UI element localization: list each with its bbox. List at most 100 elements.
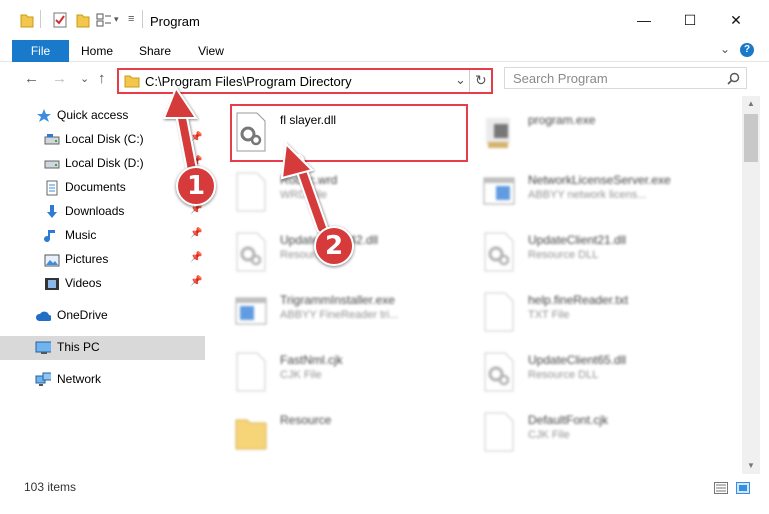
file-item-network-license-server-exe[interactable]: NetworkLicenseServer.exe ABBYY network l… [482,168,722,220]
file-name: NetworkLicenseServer.exe [528,173,671,187]
cloud-icon [36,311,51,321]
videos-icon [45,278,59,290]
nav-quick-access[interactable]: Quick access [0,104,205,128]
file-item-roboc-wrd[interactable]: Roboc.wrd WRD File [234,168,474,220]
address-divider [469,70,470,92]
forward-button[interactable]: → [52,70,67,87]
address-bar[interactable]: C:\Program Files\Program Directory ⌄ ↻ [117,68,493,94]
documents-icon [46,180,58,196]
nav-documents[interactable]: Documents 📌 [0,176,205,200]
tab-share[interactable]: Share [134,40,176,62]
search-placeholder: Search Program [513,71,608,86]
search-icon[interactable] [727,72,740,85]
nav-label: OneDrive [57,308,108,322]
pin-icon[interactable]: 📌 [190,252,202,263]
refresh-button[interactable]: ↻ [475,72,487,89]
file-item-updateclient42-dll[interactable]: UpdateClient42.dll Resource DLL [234,228,474,280]
file-name: help.fineReader.txt [528,293,629,307]
exe-window-icon [483,177,515,205]
large-icons-view-icon[interactable] [736,482,750,494]
minimize-button[interactable]: — [634,12,654,32]
status-bar: 103 items [0,474,769,500]
file-item-updateclient21-dll[interactable]: UpdateClient21.dll Resource DLL [482,228,722,280]
download-icon [47,205,57,218]
window-title: Program [150,14,200,29]
folder-icon [235,419,267,450]
back-button[interactable]: ← [24,70,39,87]
file-name: UpdateClient21.dll [528,233,627,247]
network-icon [35,372,51,386]
tab-file[interactable]: File [12,40,69,62]
maximize-button[interactable]: ☐ [680,12,700,32]
help-icon[interactable]: ? [740,43,754,57]
close-button[interactable]: ✕ [726,12,746,32]
nav-local-disk-c[interactable]: Local Disk (C:) 📌 [0,128,205,152]
file-type: WRD File [280,189,328,201]
file-item-resource-folder[interactable]: Resource [234,408,474,460]
file-type: Resource DLL [528,369,599,381]
nav-label: Quick access [57,108,129,122]
pin-icon[interactable]: 📌 [190,276,202,287]
nav-onedrive[interactable]: OneDrive [0,304,205,328]
view-options-icon[interactable] [96,12,112,28]
file-item-fastnml-cjk[interactable]: FastNml.cjk CJK File [234,348,474,400]
nav-network[interactable]: Network [0,368,205,392]
file-item-updateclient65-dll[interactable]: UpdateClient65.dll Resource DLL [482,348,722,400]
pin-icon[interactable]: 📌 [190,132,202,143]
chevron-down-icon[interactable]: ▾ [114,14,119,25]
computer-icon [35,341,51,354]
pin-icon[interactable]: 📌 [190,228,202,239]
file-name: program.exe [528,113,596,127]
file-type: ABBYY network licens... [528,189,647,201]
file-type: CJK File [528,429,570,441]
nav-pictures[interactable]: Pictures 📌 [0,248,205,272]
file-name: UpdateClient65.dll [528,353,627,367]
nav-downloads[interactable]: Downloads 📌 [0,200,205,224]
nav-label: Local Disk (C:) [65,132,144,146]
folder-icon[interactable] [20,12,34,28]
scroll-thumb[interactable] [744,114,758,162]
dll-file-icon [236,232,266,272]
toolbar-divider [40,10,41,28]
ribbon: File Home Share View ⌄ ? [0,40,769,62]
file-item-defaultfont-cjk[interactable]: DefaultFont.cjk CJK File [482,408,722,460]
up-button[interactable]: ↑ [98,70,106,87]
customize-toolbar-icon[interactable]: ≡ [128,13,134,25]
nav-videos[interactable]: Videos 📌 [0,272,205,296]
new-folder-icon[interactable] [76,12,90,28]
blank-file-icon [236,352,266,392]
search-input[interactable]: Search Program [504,67,747,89]
file-name: FastNml.cjk [280,353,343,367]
nav-local-disk-d[interactable]: Local Disk (D:) 📌 [0,152,205,176]
star-icon [37,109,51,122]
navigation-pane: Quick access Local Disk (C:) 📌 Local Dis… [0,104,210,470]
scroll-down-icon[interactable]: ▼ [742,458,760,474]
nav-label: Videos [65,276,102,290]
tab-home[interactable]: Home [76,40,118,62]
music-icon [44,230,55,243]
nav-this-pc[interactable]: This PC [0,336,205,360]
recent-locations-button[interactable]: ⌄ [80,72,89,85]
tab-view[interactable]: View [192,40,230,62]
nav-music[interactable]: Music 📌 [0,224,205,248]
nav-label: This PC [57,340,100,354]
nav-label: Documents [65,180,126,194]
file-name: Resource [280,413,332,427]
address-dropdown-button[interactable]: ⌄ [455,72,466,88]
dll-file-icon [484,232,514,272]
details-view-icon[interactable] [714,482,728,494]
file-item-program-exe[interactable]: program.exe [482,108,722,160]
vertical-scrollbar[interactable]: ▲ ▼ [742,96,760,474]
file-name: TrigrammInstaller.exe [280,293,395,307]
file-type: ABBYY FineReader tri... [280,309,399,321]
file-name: DefaultFont.cjk [528,413,609,427]
file-item-trigramm-installer-exe[interactable]: TrigrammInstaller.exe ABBYY FineReader t… [234,288,474,340]
nav-label: Downloads [65,204,125,218]
expand-ribbon-icon[interactable]: ⌄ [720,42,730,56]
title-divider [142,10,143,28]
nav-label: Network [57,372,102,386]
scroll-up-icon[interactable]: ▲ [742,96,760,112]
blank-file-icon [484,412,514,452]
properties-icon[interactable] [52,12,68,28]
file-item-help-finereader-txt[interactable]: help.fineReader.txt TXT File [482,288,722,340]
